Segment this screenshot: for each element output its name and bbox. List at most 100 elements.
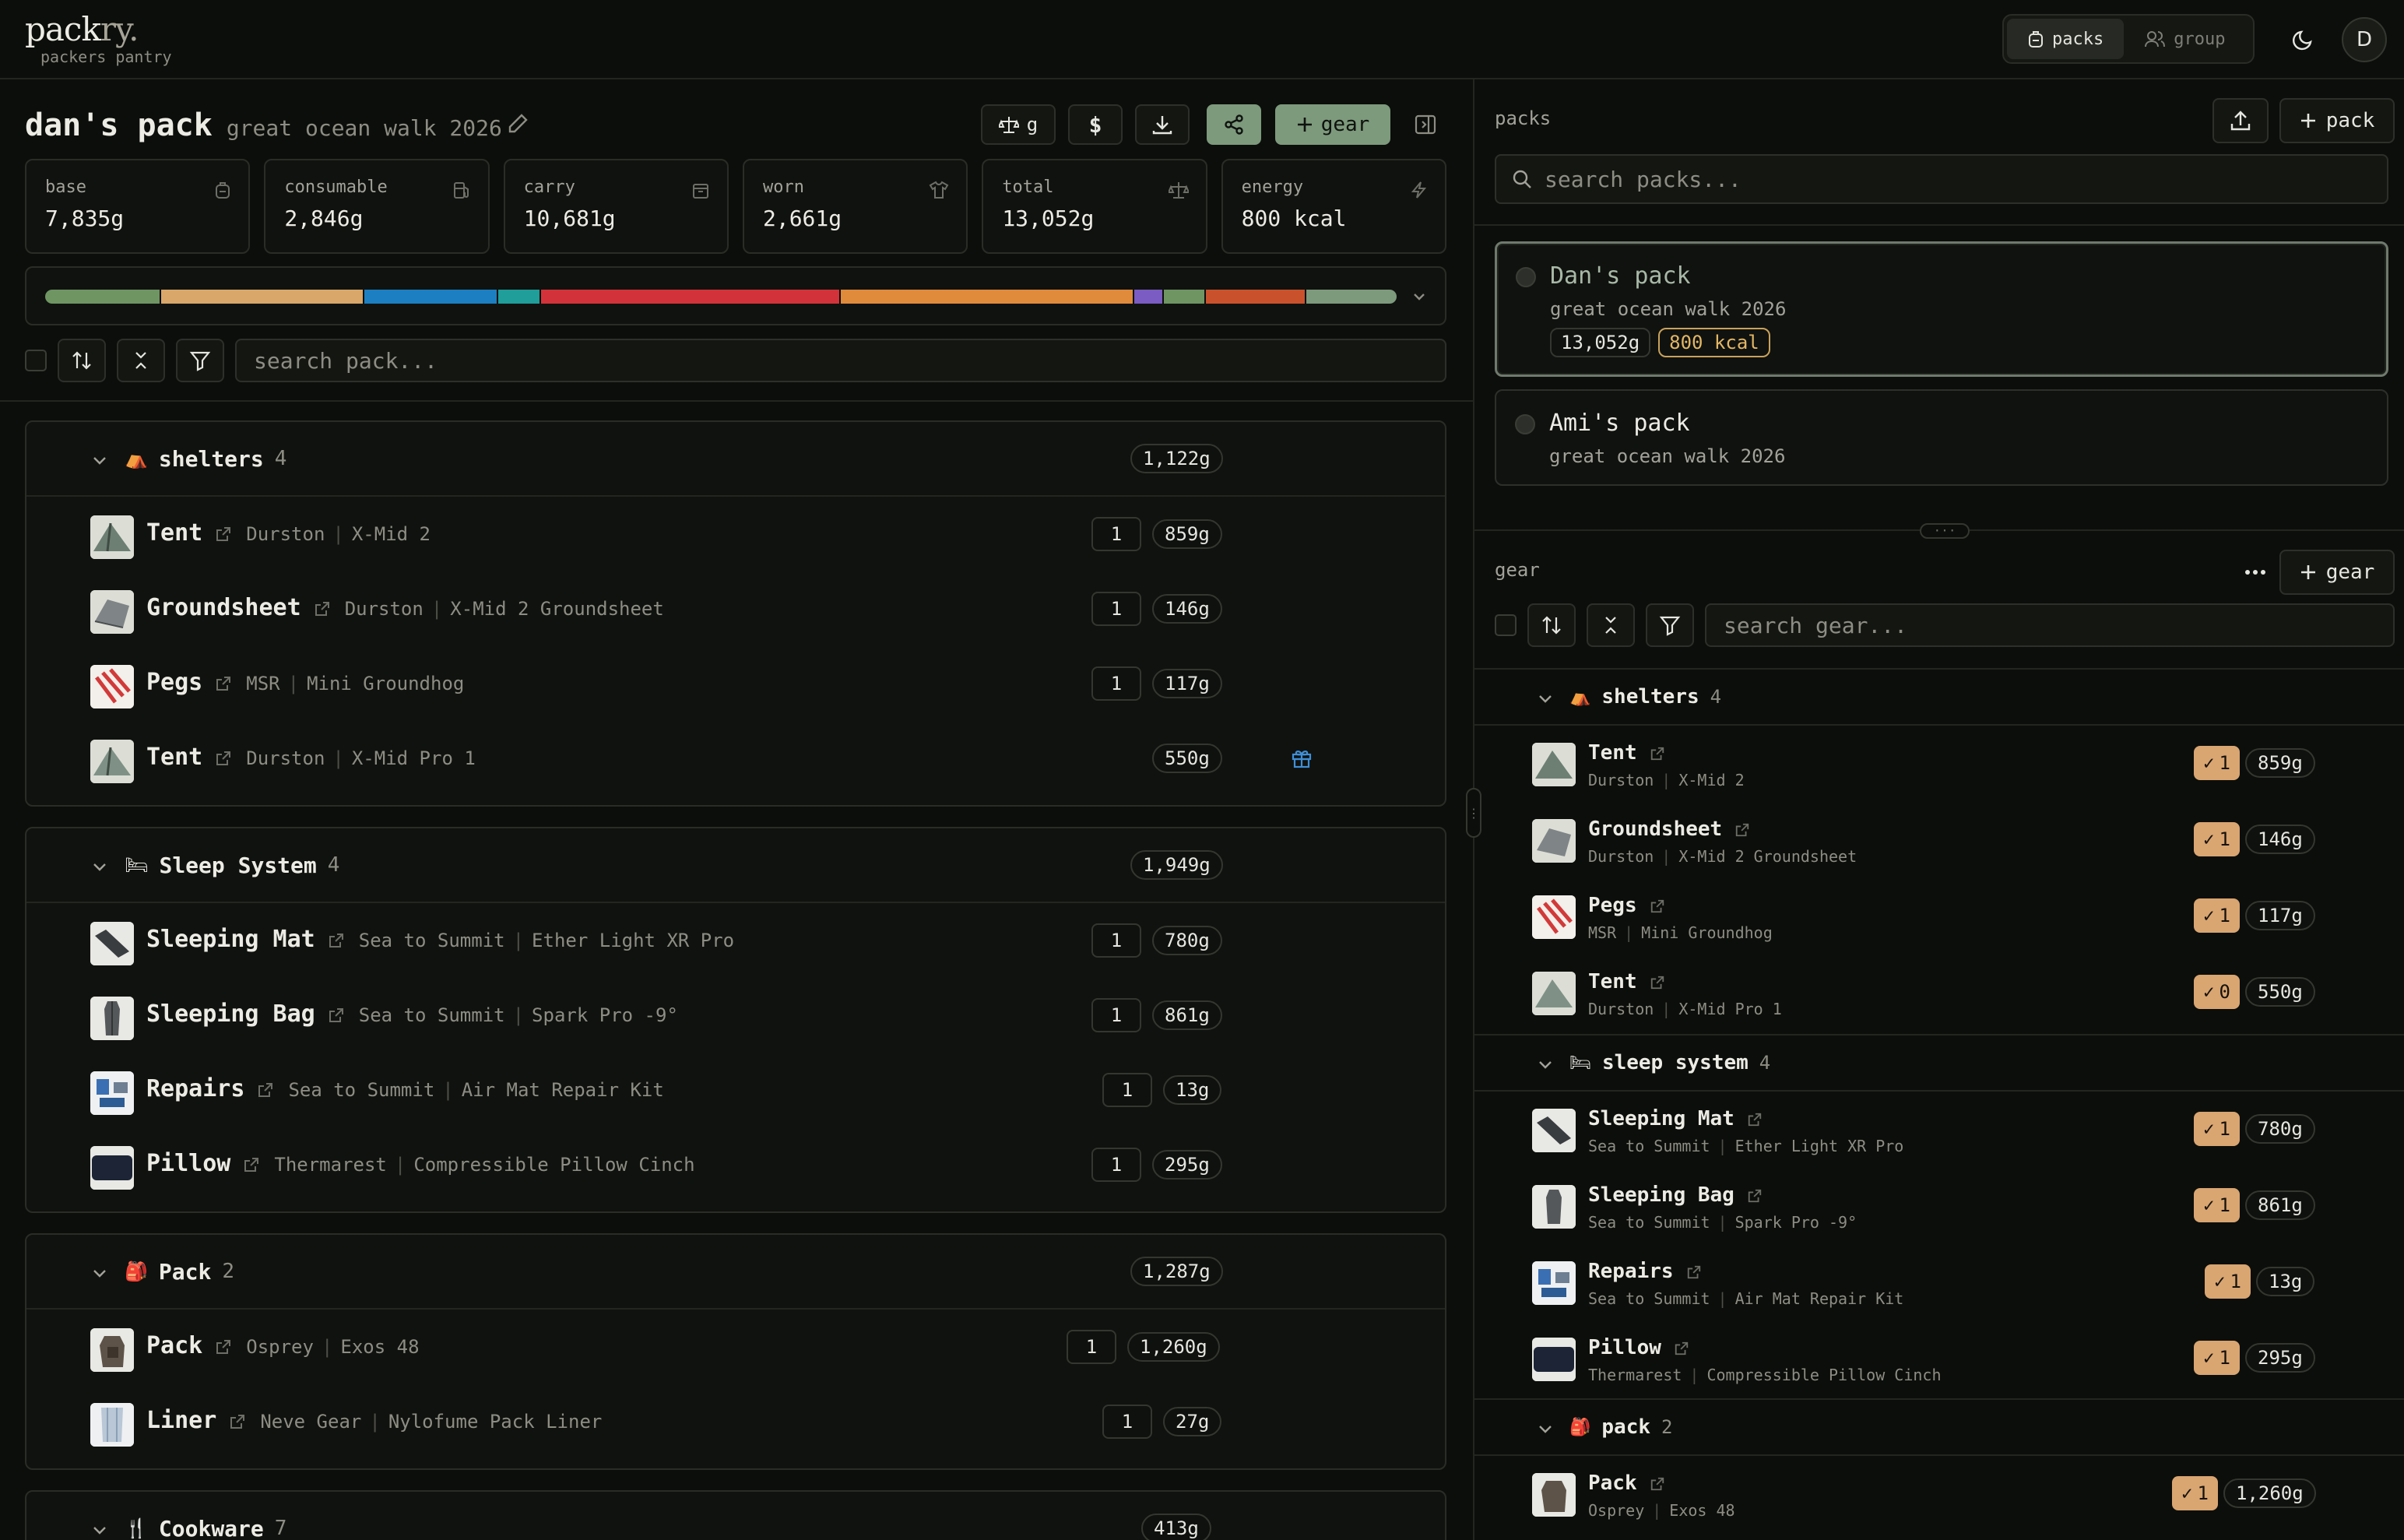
weight-distribution-bar[interactable] — [45, 290, 1397, 304]
gear-select-all-checkbox[interactable] — [1495, 614, 1517, 636]
gear-library-row[interactable]: Pack Osprey | Exos 48 ✓ 1 1,260g — [1474, 1456, 2404, 1532]
in-pack-quantity-badge[interactable]: ✓ 1 — [2194, 1112, 2240, 1146]
chevron-down-icon[interactable] — [90, 1521, 109, 1539]
distribution-segment[interactable] — [1306, 290, 1397, 304]
in-pack-quantity-badge[interactable]: ✓ 1 — [2194, 822, 2240, 856]
external-link-icon[interactable] — [1734, 822, 1750, 838]
distribution-segment[interactable] — [1134, 290, 1165, 304]
add-pack-button[interactable]: pack — [2279, 98, 2395, 143]
pack-select-radio[interactable] — [1515, 414, 1535, 434]
external-link-icon[interactable] — [1674, 1341, 1689, 1356]
item-quantity[interactable]: 1 — [1091, 666, 1141, 701]
gear-row[interactable]: Groundsheet Durston | X-Mid 2 Groundsheet 1… — [26, 571, 1445, 646]
distribution-segment[interactable] — [45, 290, 162, 304]
pack-card-dans-pack[interactable]: Dan's pack great ocean walk 2026 13,052g… — [1495, 241, 2388, 377]
gear-row[interactable]: Pillow Thermarest | Compressible Pillow Cin… — [26, 1127, 1445, 1202]
gear-row[interactable]: Sleeping Bag Sea to Summit | Spark Pro -9° … — [26, 978, 1445, 1053]
external-link-icon[interactable] — [215, 675, 232, 692]
external-link-icon[interactable] — [215, 1338, 232, 1355]
gear-more-button[interactable] — [2236, 550, 2275, 595]
distribution-segment[interactable] — [541, 290, 842, 304]
gear-row[interactable]: Pack Osprey | Exos 48 1 1,260g — [26, 1310, 1445, 1384]
gear-sort-button[interactable] — [1527, 603, 1576, 647]
select-all-checkbox[interactable] — [25, 350, 47, 371]
logo[interactable]: packry. packers pantry — [25, 11, 172, 66]
chevron-down-icon[interactable] — [1537, 690, 1554, 707]
gear-row[interactable]: Pegs MSR | Mini Groundhog 1 117g — [26, 646, 1445, 721]
add-gear-button[interactable]: gear — [1275, 104, 1390, 145]
external-link-icon[interactable] — [215, 526, 232, 543]
gear-row[interactable]: Repairs Sea to Summit | Air Mat Repair Kit … — [26, 1053, 1445, 1127]
external-link-icon[interactable] — [257, 1081, 274, 1099]
distribution-segment[interactable] — [161, 290, 364, 304]
item-quantity[interactable]: 1 — [1091, 1148, 1141, 1182]
tab-group[interactable]: group — [2124, 19, 2245, 59]
share-button[interactable] — [1207, 104, 1261, 145]
gear-library-row[interactable]: Tent Durston | X-Mid Pro 1 ✓ 0 550g — [1474, 955, 2404, 1031]
item-quantity[interactable]: 1 — [1091, 517, 1141, 551]
category-header[interactable]: ⛺ shelters 4 1,122g — [26, 422, 1445, 497]
chevron-down-icon[interactable] — [1537, 1056, 1554, 1073]
add-gear-library-button[interactable]: gear — [2279, 550, 2395, 595]
section-resize-handle[interactable]: ··· — [1920, 523, 1970, 539]
gear-category-shelters[interactable]: ⛺ shelters 4 — [1474, 668, 2404, 726]
theme-toggle-button[interactable] — [2283, 20, 2323, 61]
external-link-icon[interactable] — [314, 600, 331, 617]
gear-library-row[interactable]: Repairs Sea to Summit | Air Mat Repair Kit… — [1474, 1244, 2404, 1320]
gear-filter-button[interactable] — [1646, 603, 1694, 647]
gear-row[interactable]: Liner Neve Gear | Nylofume Pack Liner 1 27g — [26, 1384, 1445, 1459]
gear-row[interactable]: Tent Durston | X-Mid 2 1 859g — [26, 497, 1445, 571]
distribution-segment[interactable] — [497, 290, 542, 304]
external-link-icon[interactable] — [229, 1413, 246, 1430]
download-button[interactable] — [1135, 104, 1190, 145]
distribution-segment[interactable] — [364, 290, 498, 304]
in-pack-quantity-badge[interactable]: ✓ 1 — [2194, 898, 2240, 933]
unit-toggle-button[interactable]: g — [981, 104, 1056, 145]
gear-library-row[interactable]: Sleeping Mat Sea to Summit | Ether Light X… — [1474, 1092, 2404, 1168]
gear-row[interactable]: Tent Durston | X-Mid Pro 1 550g — [26, 721, 1445, 796]
in-pack-quantity-badge[interactable]: ✓ 0 — [2194, 975, 2240, 1009]
filter-button[interactable] — [176, 339, 224, 382]
gear-category-pack[interactable]: 🎒 pack 2 — [1474, 1398, 2404, 1456]
in-pack-quantity-badge[interactable]: ✓ 1 — [2205, 1264, 2251, 1299]
tab-packs[interactable]: packs — [2007, 19, 2125, 59]
external-link-icon[interactable] — [328, 1007, 345, 1024]
gear-category-sleep-system[interactable]: 🛏 sleep system 4 — [1474, 1034, 2404, 1092]
gift-icon[interactable] — [1291, 747, 1313, 769]
external-link-icon[interactable] — [1747, 1112, 1763, 1127]
pack-card-amis-pack[interactable]: Ami's pack great ocean walk 2026 — [1495, 389, 2388, 486]
collapse-all-button[interactable] — [117, 339, 165, 382]
external-link-icon[interactable] — [1747, 1188, 1763, 1204]
external-link-icon[interactable] — [215, 750, 232, 767]
external-link-icon[interactable] — [243, 1156, 260, 1173]
category-header[interactable]: 🛏 Sleep System 4 1,949g — [26, 828, 1445, 903]
item-quantity[interactable]: 1 — [1091, 923, 1141, 958]
pack-search-input[interactable]: search pack... — [235, 339, 1446, 382]
chevron-down-icon[interactable] — [90, 857, 109, 876]
in-pack-quantity-badge[interactable]: ✓ 1 — [2194, 746, 2240, 780]
distribution-segment[interactable] — [1206, 290, 1306, 304]
gear-library-row[interactable]: Pillow Thermarest | Compressible Pillow Ci… — [1474, 1320, 2404, 1397]
gear-library-row[interactable]: Sleeping Bag Sea to Summit | Spark Pro -9°… — [1474, 1168, 2404, 1244]
packs-search-input[interactable]: search packs... — [1495, 154, 2388, 204]
item-quantity[interactable]: 1 — [1091, 592, 1141, 626]
currency-button[interactable]: $ — [1068, 104, 1123, 145]
external-link-icon[interactable] — [1650, 898, 1665, 914]
avatar[interactable]: D — [2342, 17, 2387, 62]
gear-library-row[interactable]: Pegs MSR | Mini Groundhog ✓ 1 117g — [1474, 878, 2404, 955]
upload-pack-button[interactable] — [2212, 98, 2269, 143]
in-pack-quantity-badge[interactable]: ✓ 1 — [2194, 1188, 2240, 1222]
gear-library-row[interactable]: Tent Durston | X-Mid 2 ✓ 1 859g — [1474, 726, 2404, 802]
gear-library-row[interactable]: Groundsheet Durston | X-Mid 2 Groundsheet … — [1474, 802, 2404, 878]
item-quantity[interactable]: 1 — [1102, 1073, 1152, 1107]
category-header[interactable]: 🍴 Cookware 7 413g — [26, 1492, 1445, 1540]
item-quantity[interactable]: 1 — [1102, 1405, 1152, 1439]
external-link-icon[interactable] — [1650, 1476, 1665, 1492]
sort-button[interactable] — [58, 339, 106, 382]
pack-select-radio[interactable] — [1516, 267, 1536, 287]
external-link-icon[interactable] — [328, 932, 345, 949]
chevron-down-icon[interactable] — [1537, 1420, 1554, 1437]
item-quantity[interactable]: 1 — [1067, 1330, 1116, 1364]
gear-search-input[interactable]: search gear... — [1705, 603, 2395, 647]
category-header[interactable]: 🎒 Pack 2 1,287g — [26, 1235, 1445, 1310]
